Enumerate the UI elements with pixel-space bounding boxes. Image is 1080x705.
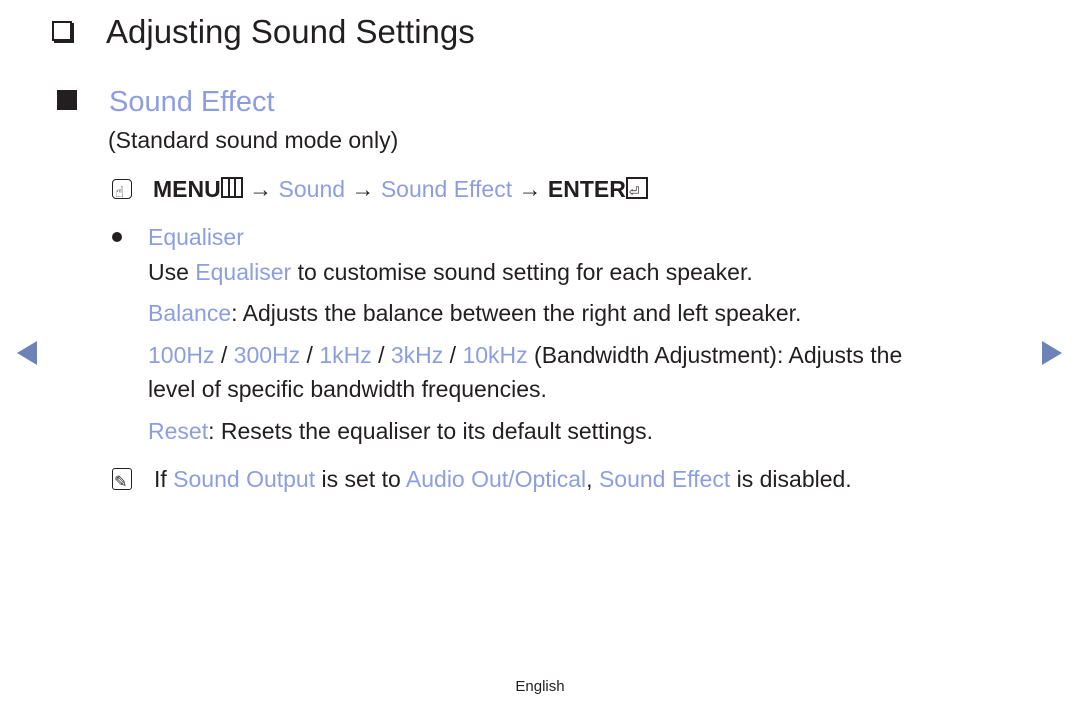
menu-step-sound-effect[interactable]: Sound Effect [381,176,512,202]
note-icon [112,467,132,497]
band-1khz: 1kHz [319,342,372,368]
page-title-text: Adjusting Sound Settings [106,13,475,50]
reset-description: Reset: Resets the equaliser to its defau… [148,416,653,446]
sound-effect-link: Sound Effect [598,466,731,492]
checkbox-icon [52,21,72,41]
text: Use [148,259,196,285]
balance-description: Balance: Adjusts the balance between the… [148,298,801,328]
text: is disabled. [730,466,852,492]
separator: / [443,342,463,368]
menu-step-sound[interactable]: Sound [279,176,346,202]
note-row: If Sound Output is set to Audio Out/Opti… [112,464,852,497]
equaliser-description: Use Equaliser to customise sound setting… [148,257,753,287]
page-title: Adjusting Sound Settings [52,8,475,56]
audio-out-optical-link: Audio Out/Optical [405,466,587,492]
section-note: (Standard sound mode only) [108,127,399,153]
next-page-arrow-icon[interactable] [1042,341,1062,365]
bullet-icon [112,232,122,242]
band-3khz: 3kHz [390,342,444,368]
separator: / [300,342,320,368]
equaliser-link: Equaliser [195,259,292,285]
text: , [586,466,599,492]
arrow: → [518,176,542,202]
remote-touch-icon [112,177,132,207]
enter-icon [625,177,648,208]
menu-label: MENU [153,176,221,202]
band-300hz: 300Hz [233,342,301,368]
footer-language: English [515,678,565,695]
enter-label: ENTER [547,176,626,202]
separator: / [214,342,234,368]
menu-grid-icon [220,177,243,198]
text: is set to [315,466,406,492]
balance-link: Balance [148,300,232,326]
text: : Resets the equaliser to its default se… [208,418,653,444]
section-title: Sound Effect [109,86,275,118]
text: If [154,466,174,492]
sound-output-link: Sound Output [173,466,316,492]
menu-path: MENU → Sound → Sound Effect → ENTER [112,174,648,208]
bands-description-cont: level of specific bandwidth frequencies. [148,376,547,402]
separator: / [371,342,391,368]
bands-description: 100Hz / 300Hz / 1kHz / 3kHz / 10kHz (Ban… [148,340,902,370]
text: (Bandwidth Adjustment): Adjusts the [527,342,903,368]
text: to customise sound setting for each spea… [291,259,753,285]
arrow: → [351,176,375,202]
reset-link: Reset [148,418,209,444]
previous-page-arrow-icon[interactable] [17,341,37,365]
square-bullet-icon [57,90,77,110]
equaliser-title: Equaliser [148,224,244,250]
text: : Adjusts the balance between the right … [231,300,802,326]
band-10khz: 10kHz [462,342,528,368]
section-heading: Sound Effect [57,80,275,124]
band-100hz: 100Hz [148,342,215,368]
arrow: → [249,176,273,202]
